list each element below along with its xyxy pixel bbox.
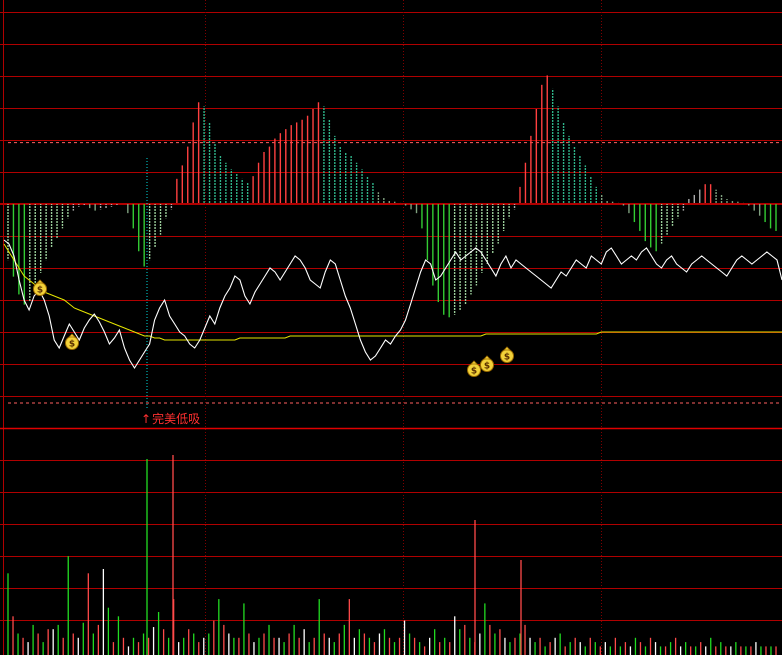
money-bag-icon: $ (500, 346, 514, 363)
money-bag-glyph: $ (484, 362, 490, 372)
money-bag-glyph: $ (69, 340, 75, 350)
money-bag-icon: $ (480, 355, 494, 372)
oscillator-panel (0, 75, 782, 408)
average-line (3, 243, 782, 341)
money-bag-glyph: $ (37, 286, 43, 296)
money-bag-top (36, 279, 44, 284)
money-bag-glyph: $ (471, 367, 477, 377)
price-line (3, 239, 782, 370)
money-bag-top (470, 360, 478, 365)
annotation-label: 完美低吸 (152, 412, 201, 426)
up-arrow-icon: ↑ (141, 412, 152, 426)
money-bag-top (483, 355, 491, 360)
buy-signal-annotation: ↑完美低吸 (141, 412, 200, 426)
volume-panel (7, 455, 777, 655)
stock-indicator-chart: $ $ $ $ $ (0, 0, 782, 655)
horizontal-grid (0, 0, 782, 655)
price-panel (3, 239, 782, 404)
signal-markers: $ $ $ $ $ (33, 279, 514, 377)
money-bag-top (503, 346, 511, 351)
money-bag-icon: $ (467, 360, 481, 377)
money-bag-glyph: $ (504, 353, 510, 363)
money-bag-top (68, 333, 76, 338)
